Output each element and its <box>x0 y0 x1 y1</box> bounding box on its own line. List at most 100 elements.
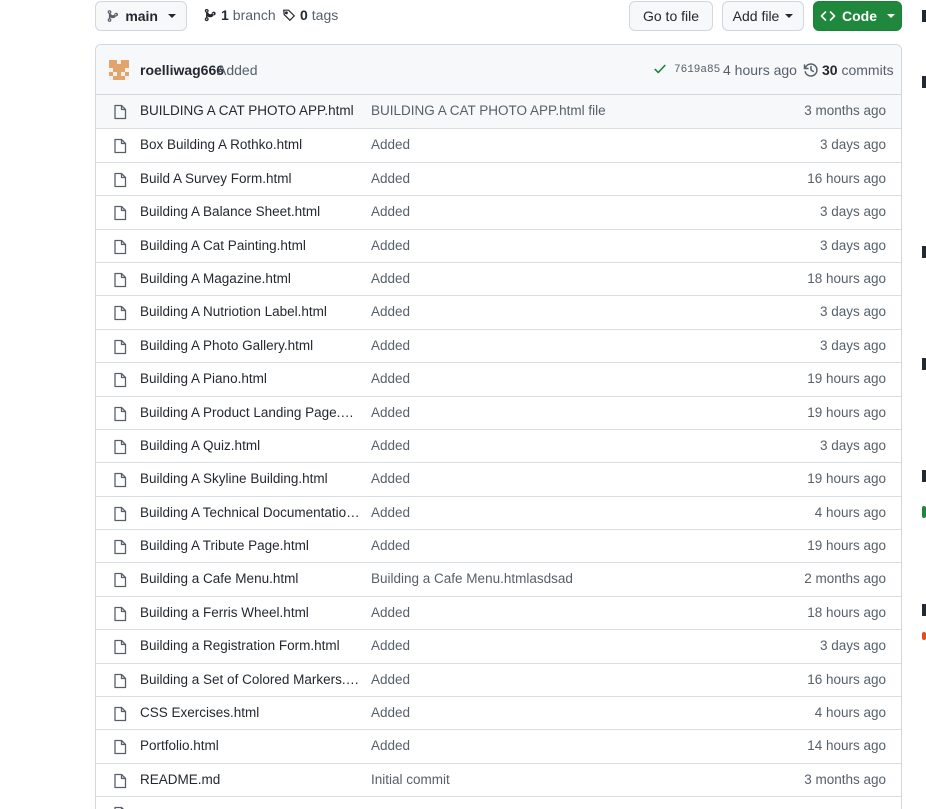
caret-down-icon <box>168 14 176 18</box>
file-commit-age: 19 hours ago <box>807 371 886 387</box>
file-name-link[interactable]: Build A Survey Form.html <box>140 171 360 186</box>
file-commit-message[interactable]: Added <box>371 738 701 753</box>
file-commit-age: 3 days ago <box>819 204 886 220</box>
file-commit-message[interactable]: Added <box>371 538 701 553</box>
file-name-link[interactable]: Building A Nutriotion Label.html <box>140 304 360 319</box>
file-icon <box>113 506 127 525</box>
file-commit-message[interactable]: Added <box>371 371 701 386</box>
file-commit-message[interactable]: BUILDING A CAT PHOTO APP.html file <box>371 103 701 118</box>
file-icon <box>113 773 127 792</box>
file-name-link[interactable]: Building A Photo Gallery.html <box>140 338 360 353</box>
file-icon <box>113 706 127 725</box>
file-commit-message[interactable]: Added <box>371 338 701 353</box>
commit-author[interactable]: roelliwag666 <box>140 62 224 78</box>
file-commit-message[interactable]: Added <box>371 505 701 520</box>
file-commit-age: 3 days ago <box>819 237 886 253</box>
sidebar-fragment <box>922 470 926 482</box>
file-row[interactable]: Building A Product Landing Page.html Adde… <box>96 395 901 429</box>
file-commit-message[interactable]: Added <box>371 405 701 420</box>
file-commit-age: 14 hours ago <box>807 738 886 754</box>
caret-down-icon <box>785 14 794 18</box>
file-row[interactable]: Building A Photo Gallery.html Added 3 days… <box>96 328 901 363</box>
file-row[interactable]: Building A Tribute Page.html Added 19 hour… <box>96 529 901 563</box>
file-row[interactable]: Build A Survey Form.html Added 16 hours ag… <box>96 161 901 196</box>
file-name-link[interactable]: Building A Cat Painting.html <box>140 238 360 253</box>
file-commit-message[interactable]: Added <box>371 238 701 253</box>
file-name-link[interactable]: BUILDING A CAT PHOTO APP.html <box>140 103 360 118</box>
file-name-link[interactable]: Building A Technical Documentation.... <box>140 505 360 520</box>
branch-select-button[interactable]: main <box>95 1 187 31</box>
file-row[interactable]: Building a Set of Colored Markers.html Ad… <box>96 662 901 697</box>
file-name-link[interactable]: README.md <box>140 772 360 787</box>
file-row[interactable]: Building A Piano.html Added 19 hours ago <box>96 362 901 396</box>
tag-count: 0 <box>300 7 308 23</box>
file-row[interactable]: Building A Skyline Building.html Added 19 … <box>96 462 901 496</box>
file-commit-message[interactable]: Added <box>371 471 701 486</box>
check-icon[interactable] <box>653 62 667 76</box>
commit-message[interactable]: Added <box>217 62 257 78</box>
file-commit-message[interactable]: Added <box>371 605 701 620</box>
avatar-identicon[interactable] <box>109 60 129 80</box>
file-row[interactable]: Building a Cafe Menu.html Building a Cafe… <box>96 562 901 596</box>
file-commit-age: 19 hours ago <box>807 404 886 420</box>
file-commit-age: 4 hours ago <box>814 705 886 721</box>
commit-sha[interactable]: 7619a85 <box>674 64 720 76</box>
file-row[interactable]: CSS Exercises.html Added 4 hours ago <box>96 696 901 730</box>
file-row[interactable]: Box Building A Rothko.html Added 3 days ag… <box>96 128 901 162</box>
file-name-link[interactable]: Building A Skyline Building.html <box>140 471 360 486</box>
file-row[interactable]: Building A Magazine.html Added 18 hours ag… <box>96 261 901 296</box>
file-commit-message[interactable]: Added <box>371 705 701 720</box>
file-commit-message[interactable]: Added <box>371 638 701 653</box>
file-row[interactable]: Building A Cat Painting.html Added 3 days … <box>96 228 901 262</box>
file-row[interactable]: BUILDING A CAT PHOTO APP.html BUILDING A … <box>96 95 901 129</box>
file-commit-message[interactable]: Added <box>371 304 701 319</box>
tags-link[interactable]: 0 tags <box>282 7 338 23</box>
file-name-link[interactable]: Building a Registration Form.html <box>140 638 360 653</box>
file-icon <box>113 673 127 692</box>
file-row[interactable]: Building a Registration Form.html Added 3 … <box>96 629 901 663</box>
file-commit-message[interactable]: Added <box>371 271 701 286</box>
file-commit-message[interactable]: Building a Cafe Menu.htmlasdsad <box>371 571 701 586</box>
file-row[interactable]: Building A Technical Documentation.... Ad… <box>96 495 901 530</box>
file-name-link[interactable]: Building a Ferris Wheel.html <box>140 605 360 620</box>
file-commit-message[interactable]: Added <box>371 672 701 687</box>
file-name-link[interactable]: Building A Magazine.html <box>140 271 360 286</box>
file-commit-age: 19 hours ago <box>807 538 886 554</box>
file-icon <box>113 138 127 157</box>
file-name-link[interactable]: Building A Product Landing Page.html <box>140 405 360 420</box>
file-commit-message[interactable]: Added <box>371 204 701 219</box>
file-row[interactable]: README.md Initial commit 3 months ago <box>96 762 901 797</box>
file-icon <box>113 239 127 258</box>
file-name-link[interactable]: Building a Cafe Menu.html <box>140 571 360 586</box>
file-row[interactable]: Building A Quiz.html Added 3 days ago <box>96 428 901 463</box>
file-icon <box>113 406 127 425</box>
sidebar-fragment <box>922 10 926 22</box>
file-name-link[interactable]: Building A Piano.html <box>140 371 360 386</box>
file-icon <box>113 172 127 191</box>
file-name-link[interactable]: CSS Exercises.html <box>140 705 360 720</box>
branches-link[interactable]: 1 branch <box>203 7 276 23</box>
file-name-link[interactable]: Building a Set of Colored Markers.html <box>140 672 360 687</box>
file-commit-age: 18 hours ago <box>807 604 886 620</box>
file-row[interactable]: Building a Ferris Wheel.html Added 18 hour… <box>96 595 901 630</box>
file-commit-message[interactable]: Added <box>371 137 701 152</box>
file-name-link[interactable]: Building A Tribute Page.html <box>140 538 360 553</box>
file-name-link[interactable]: Building A Quiz.html <box>140 438 360 453</box>
file-row[interactable]: Building A Nutriotion Label.html Added 3 d… <box>96 295 901 329</box>
code-button[interactable]: Code <box>813 1 902 31</box>
add-file-button[interactable]: Add file <box>722 1 804 31</box>
file-name-link[interactable]: Box Building A Rothko.html <box>140 137 360 152</box>
commits-link[interactable]: 30 commits <box>822 62 894 78</box>
file-commit-message[interactable]: Added <box>371 171 701 186</box>
file-rows: BUILDING A CAT PHOTO APP.html BUILDING A … <box>96 95 901 809</box>
file-commit-message[interactable]: Initial commit <box>371 772 701 787</box>
file-row[interactable] <box>96 796 901 809</box>
commit-age: 4 hours ago <box>723 62 797 78</box>
file-row[interactable]: Building A Balance Sheet.html Added 3 days… <box>96 195 901 229</box>
file-row[interactable]: Portfolio.html Added 14 hours ago <box>96 729 901 763</box>
file-commit-message[interactable]: Added <box>371 438 701 453</box>
add-file-label: Add file <box>732 8 780 24</box>
go-to-file-button[interactable]: Go to file <box>629 1 713 31</box>
file-name-link[interactable]: Portfolio.html <box>140 738 360 753</box>
file-name-link[interactable]: Building A Balance Sheet.html <box>140 204 360 219</box>
